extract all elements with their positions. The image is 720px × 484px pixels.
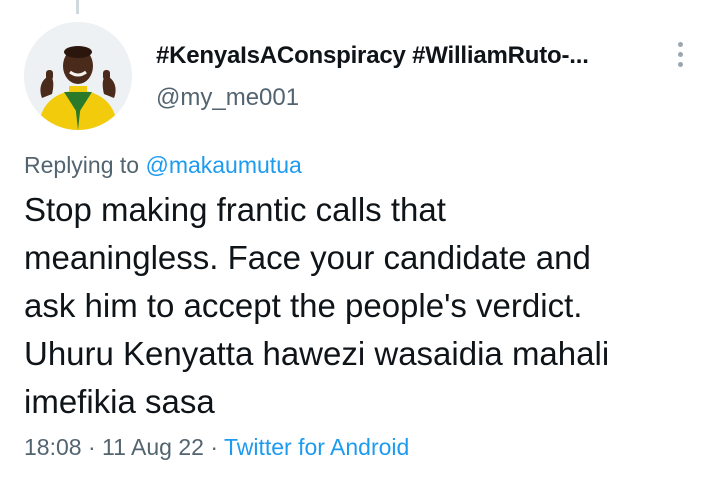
- more-dot: [677, 51, 683, 57]
- tweet-meta: 18:08 · 11 Aug 22 · Twitter for Android: [24, 434, 409, 461]
- tweet-text-line: ask him to accept the people's verdict.: [24, 287, 583, 324]
- meta-separator: ·: [210, 434, 218, 460]
- tweet-text-line: Uhuru Kenyatta hawezi wasaidia mahali: [24, 335, 610, 372]
- tweet-source-link[interactable]: Twitter for Android: [224, 434, 409, 460]
- replying-to-line: Replying to @makaumutua: [24, 152, 302, 179]
- tweet-date[interactable]: 11 Aug 22: [102, 434, 204, 460]
- replying-to-label: Replying to: [24, 152, 140, 178]
- tweet-time[interactable]: 18:08: [24, 434, 82, 460]
- replying-to-mention[interactable]: @makaumutua: [145, 152, 301, 178]
- tweet-text-line: meaningless. Face your candidate and: [24, 239, 591, 276]
- tweet-text: Stop making frantic calls that meaningle…: [24, 186, 694, 426]
- more-dot: [677, 41, 683, 47]
- avatar-photo: [24, 22, 132, 130]
- more-options-icon[interactable]: [666, 38, 694, 70]
- tweet-text-line: Stop making frantic calls that: [24, 191, 446, 228]
- avatar[interactable]: [24, 22, 132, 130]
- meta-separator: ·: [87, 434, 96, 460]
- more-dot: [677, 61, 683, 67]
- tweet-text-line: imefikia sasa: [24, 383, 215, 420]
- author-handle[interactable]: @my_me001: [156, 84, 299, 112]
- thread-connector-line: [76, 0, 79, 14]
- author-display-name[interactable]: #KenyaIsAConspiracy #WilliamRuto-...: [156, 42, 589, 70]
